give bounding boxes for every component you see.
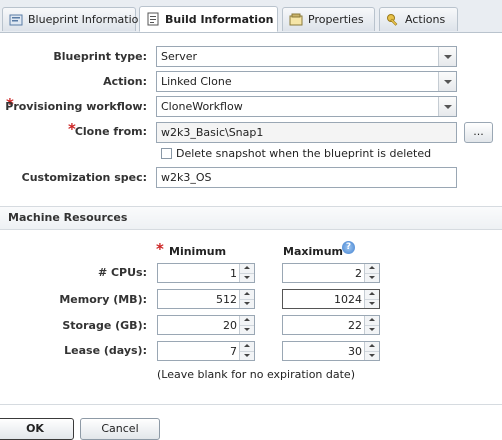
- memory-max-value: 1024: [334, 293, 362, 306]
- clone-from-label: Clone from:: [74, 125, 147, 138]
- tab-properties[interactable]: Properties: [282, 7, 375, 31]
- cpus-max-stepper[interactable]: 2: [282, 263, 380, 283]
- blueprint-type-value: Server: [161, 50, 198, 63]
- memory-label: Memory (MB):: [59, 293, 147, 306]
- decrement-icon[interactable]: [240, 299, 254, 308]
- provisioning-workflow-value: CloneWorkflow: [161, 100, 243, 113]
- storage-label: Storage (GB):: [62, 319, 147, 332]
- build-info-icon: [146, 12, 160, 26]
- tab-label: Build Information: [165, 12, 274, 26]
- chevron-down-icon[interactable]: [438, 47, 456, 66]
- cpus-max-value: 2: [355, 267, 362, 280]
- section-title: Machine Resources: [8, 211, 128, 224]
- cpus-min-stepper[interactable]: 1: [157, 263, 255, 283]
- customization-spec-label: Customization spec:: [21, 171, 147, 184]
- properties-icon: [289, 13, 303, 27]
- memory-max-stepper[interactable]: 1024: [282, 289, 380, 309]
- clone-from-field[interactable]: w2k3_Basic\Snap1: [156, 122, 457, 143]
- cpus-label: # CPUs:: [97, 266, 147, 279]
- actions-key-icon: [386, 13, 400, 27]
- decrement-icon[interactable]: [240, 273, 254, 282]
- stepper-arrows: [364, 316, 379, 334]
- action-label: Action:: [103, 75, 147, 88]
- help-icon[interactable]: ?: [342, 241, 355, 254]
- provisioning-workflow-label: Provisioning workflow:: [5, 100, 147, 113]
- customization-spec-input[interactable]: w2k3_OS: [156, 167, 457, 188]
- tab-build-information[interactable]: Build Information: [139, 6, 278, 32]
- decrement-icon[interactable]: [365, 273, 379, 282]
- decrement-icon[interactable]: [365, 325, 379, 334]
- action-value: Linked Clone: [161, 75, 232, 88]
- maximum-header: Maximum: [283, 245, 343, 258]
- stepper-arrows: [364, 264, 379, 282]
- storage-min-value: 20: [223, 319, 237, 332]
- decrement-icon[interactable]: [240, 351, 254, 360]
- lease-note: (Leave blank for no expiration date): [157, 368, 355, 381]
- tab-label: Actions: [405, 13, 446, 26]
- memory-min-value: 512: [216, 293, 237, 306]
- stepper-arrows: [239, 290, 254, 308]
- stepper-arrows: [239, 342, 254, 360]
- lease-min-stepper[interactable]: 7: [157, 341, 255, 361]
- decrement-icon[interactable]: [365, 299, 379, 308]
- storage-max-value: 22: [348, 319, 362, 332]
- tab-blueprint-information[interactable]: Blueprint Information: [2, 7, 145, 31]
- delete-snapshot-checkbox[interactable]: [161, 148, 172, 159]
- storage-min-stepper[interactable]: 20: [157, 315, 255, 335]
- decrement-icon[interactable]: [365, 351, 379, 360]
- lease-max-stepper[interactable]: 30: [282, 341, 380, 361]
- minimum-header: Minimum: [169, 245, 227, 258]
- tab-label: Blueprint Information: [28, 13, 146, 26]
- storage-max-stepper[interactable]: 22: [282, 315, 380, 335]
- stepper-arrows: [364, 290, 379, 308]
- blueprint-type-label: Blueprint type:: [53, 50, 147, 63]
- stepper-arrows: [364, 342, 379, 360]
- cancel-button[interactable]: Cancel: [80, 418, 160, 440]
- machine-resources-section: Machine Resources: [0, 206, 502, 230]
- decrement-icon[interactable]: [240, 325, 254, 334]
- delete-snapshot-label: Delete snapshot when the blueprint is de…: [176, 147, 432, 160]
- blueprint-type-select[interactable]: Server: [156, 46, 457, 67]
- chevron-down-icon[interactable]: [438, 72, 456, 91]
- lease-min-value: 7: [230, 345, 237, 358]
- tab-bar: Blueprint Information Build Information …: [0, 0, 502, 33]
- tab-actions[interactable]: Actions: [379, 7, 458, 31]
- lease-label: Lease (days):: [64, 344, 147, 357]
- tab-label: Properties: [308, 13, 364, 26]
- stepper-arrows: [239, 264, 254, 282]
- lease-max-value: 30: [348, 345, 362, 358]
- chevron-down-icon[interactable]: [438, 97, 456, 116]
- required-asterisk: *: [156, 240, 164, 258]
- ok-button[interactable]: OK: [0, 418, 74, 440]
- memory-min-stepper[interactable]: 512: [157, 289, 255, 309]
- cpus-min-value: 1: [230, 267, 237, 280]
- provisioning-workflow-select[interactable]: CloneWorkflow: [156, 96, 457, 117]
- dialog-footer: OK Cancel: [0, 404, 502, 440]
- action-select[interactable]: Linked Clone: [156, 71, 457, 92]
- stepper-arrows: [239, 316, 254, 334]
- blueprint-info-icon: [9, 13, 23, 27]
- browse-clone-button[interactable]: ...: [464, 122, 493, 143]
